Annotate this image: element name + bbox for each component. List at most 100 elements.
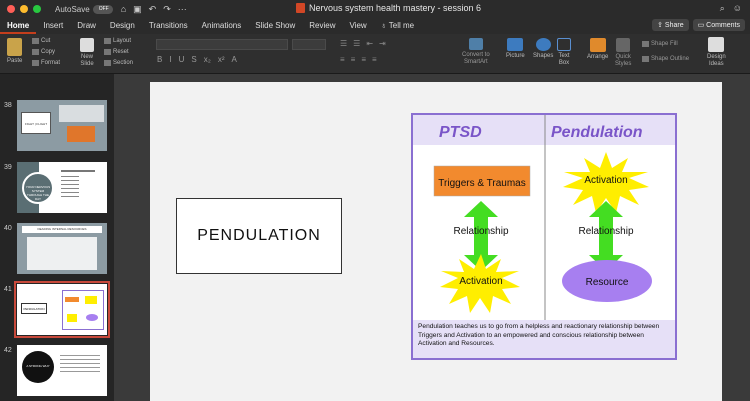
more-icon[interactable]: ··· — [178, 4, 187, 15]
powerpoint-file-icon — [296, 3, 305, 13]
ribbon-tabs: Home Insert Draw Design Transitions Anim… — [0, 18, 750, 34]
align-right-icon[interactable]: ≡ — [361, 55, 366, 64]
account-icon[interactable]: ☺ — [733, 3, 742, 14]
tab-slide-show[interactable]: Slide Show — [248, 18, 302, 34]
layout-label: Layout — [113, 38, 132, 44]
paste-button[interactable]: Paste — [7, 38, 22, 64]
tab-draw[interactable]: Draw — [70, 18, 103, 34]
design-ideas-button[interactable]: Design Ideas — [707, 37, 726, 68]
section-icon — [104, 60, 111, 66]
reset-button[interactable]: Reset — [104, 49, 129, 55]
right-activation-label: Activation — [584, 175, 627, 186]
slide-title: PENDULATION — [197, 227, 321, 244]
align-left-icon[interactable]: ≡ — [340, 55, 345, 64]
search-icon[interactable]: ⌕ — [720, 3, 725, 14]
text-box-button[interactable]: Text Box — [557, 38, 571, 67]
tab-transitions[interactable]: Transitions — [142, 18, 195, 34]
align-center-icon[interactable]: ≡ — [351, 55, 356, 64]
strikethrough-icon[interactable]: S — [191, 55, 196, 64]
redo-icon[interactable]: ↷ — [163, 4, 171, 15]
diagram-svg: PTSD Pendulation Triggers & Traumas Rela… — [413, 115, 675, 358]
numbering-icon[interactable]: ☰ — [353, 39, 360, 48]
quick-styles-button[interactable]: Quick Styles — [615, 38, 631, 68]
tab-animations[interactable]: Animations — [195, 18, 249, 34]
cut-button[interactable]: Cut — [32, 38, 50, 44]
format-painter-button[interactable]: Format — [32, 60, 60, 66]
font-name-select[interactable] — [156, 39, 288, 50]
share-button[interactable]: ⇪ Share — [652, 19, 689, 31]
shapes-label: Shapes — [533, 53, 554, 59]
document-title-text: Nervous system health mastery - session … — [309, 3, 482, 13]
slide-thumbnail-41[interactable]: PENDULATION — [14, 281, 110, 338]
maximize-window-button[interactable] — [33, 5, 41, 13]
arrange-button[interactable]: Arrange — [587, 38, 608, 60]
comments-button[interactable]: ▭ Comments — [692, 19, 745, 31]
pendulation-diagram[interactable]: PTSD Pendulation Triggers & Traumas Rela… — [411, 113, 677, 360]
autosave-toggle[interactable]: OFF — [92, 4, 113, 14]
copy-button[interactable]: Copy — [32, 49, 55, 55]
thumb-42-text: A STRONG WHY — [22, 351, 54, 383]
minimize-window-button[interactable] — [20, 5, 28, 13]
shapes-button[interactable]: Shapes — [533, 38, 553, 59]
resource-label: Resource — [586, 277, 629, 288]
thumb-40-text: DEADING INTERNAL RESOURCES — [22, 226, 102, 233]
picture-button[interactable]: Picture — [506, 38, 525, 59]
close-window-button[interactable] — [7, 5, 15, 13]
increase-indent-icon[interactable]: ⇥ — [379, 39, 386, 48]
share-label: Share — [664, 22, 684, 29]
tab-home[interactable]: Home — [0, 18, 37, 34]
smartart-icon — [468, 38, 483, 50]
new-slide-button[interactable]: New Slide — [80, 38, 94, 68]
slide-thumbnail-38[interactable]: FIGHT | FLIGHT — [17, 100, 107, 151]
copy-icon — [32, 49, 39, 55]
slide-thumbnail-40[interactable]: DEADING INTERNAL RESOURCES — [17, 223, 107, 274]
shape-outline-button[interactable]: Shape Outline — [642, 56, 689, 62]
slide-thumbnail-39[interactable]: YOUR NERVOUS SYSTEM THROUGH THE DAY — [17, 162, 107, 213]
comments-label: Comments — [706, 22, 740, 29]
decrease-indent-icon[interactable]: ⇤ — [366, 39, 373, 48]
quick-styles-label: Quick Styles — [615, 54, 632, 67]
superscript-icon[interactable]: x² — [218, 55, 225, 64]
paragraph-row: ☰ ☰ ⇤ ⇥ — [340, 39, 386, 48]
paint-bucket-icon — [642, 41, 649, 47]
bold-icon[interactable]: B — [157, 55, 162, 64]
italic-icon[interactable]: I — [169, 55, 171, 64]
title-bar: AutoSave OFF ⌂ ▣ ↶ ↷ ··· Nervous system … — [0, 0, 750, 18]
design-ideas-label: Design Ideas — [707, 54, 726, 67]
subscript-icon[interactable]: x₂ — [204, 55, 211, 64]
slide-thumbnail-42[interactable]: A STRONG WHY — [17, 345, 107, 396]
alignment-row: ≡ ≡ ≡ ≡ — [340, 55, 377, 64]
cut-label: Cut — [41, 38, 51, 44]
right-header: Pendulation — [551, 124, 643, 141]
bullets-icon[interactable]: ☰ — [340, 39, 347, 48]
slide-thumbnail-pane[interactable]: 38 FIGHT | FLIGHT 39 YOUR NERVOUS SYSTEM… — [0, 74, 114, 401]
clipboard-icon — [7, 38, 23, 56]
tab-view[interactable]: View — [343, 18, 374, 34]
undo-icon[interactable]: ↶ — [149, 4, 157, 15]
text-box-icon — [557, 38, 571, 51]
convert-smartart-button[interactable]: Convert to SmartArt — [462, 38, 490, 66]
layout-button[interactable]: Layout — [104, 38, 131, 44]
justify-icon[interactable]: ≡ — [372, 55, 377, 64]
pendulation-title-box[interactable]: PENDULATION — [176, 198, 342, 274]
text-box-label: Text Box — [558, 53, 570, 66]
section-button[interactable]: Section — [104, 60, 133, 66]
home-icon[interactable]: ⌂ — [121, 4, 126, 15]
save-icon[interactable]: ▣ — [133, 4, 142, 15]
copy-label: Copy — [41, 49, 56, 55]
font-color-icon[interactable]: A — [231, 55, 236, 64]
tab-insert[interactable]: Insert — [36, 18, 70, 34]
tab-review[interactable]: Review — [302, 18, 342, 34]
shape-fill-button[interactable]: Shape Fill — [642, 41, 678, 47]
comment-icon: ▭ — [697, 22, 707, 29]
tab-design[interactable]: Design — [103, 18, 142, 34]
autosave-control[interactable]: AutoSave OFF — [55, 4, 113, 14]
new-slide-label: New Slide — [80, 54, 94, 67]
tell-me-label: Tell me — [388, 21, 415, 30]
font-size-select[interactable] — [292, 39, 326, 50]
layout-icon — [104, 38, 111, 44]
tell-me[interactable]: ♁ Tell me — [374, 18, 421, 34]
slide-number: 38 — [4, 102, 12, 109]
underline-icon[interactable]: U — [179, 55, 185, 64]
left-header: PTSD — [439, 124, 482, 141]
